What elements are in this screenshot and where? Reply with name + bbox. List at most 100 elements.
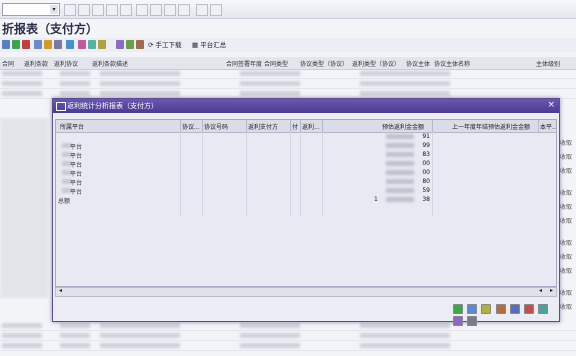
print-icon[interactable]	[467, 316, 478, 326]
estimated-amount-cell: 91	[422, 133, 430, 140]
prev-page-icon[interactable]	[150, 4, 162, 16]
table-row[interactable]: 平台 59	[56, 187, 556, 196]
sum-icon[interactable]	[524, 304, 535, 314]
back-icon[interactable]	[78, 4, 90, 16]
col-agreement-no[interactable]: 协议号码	[204, 122, 228, 131]
total-prefix: 1	[374, 196, 378, 203]
estimated-amount-cell: 80	[422, 178, 430, 185]
dialog-titlebar[interactable]: 返利统计分析报表（支付方） ×	[53, 99, 559, 113]
table-row[interactable]: 91	[56, 133, 556, 141]
table-row[interactable]: 平台 00	[56, 169, 556, 178]
first-page-icon[interactable]	[136, 4, 148, 16]
bg-status-text: 收取	[560, 268, 573, 275]
scroll-left-end-icon[interactable]: ◂	[539, 287, 542, 294]
col-platform[interactable]: 所属平台	[60, 122, 84, 131]
page-title: 折报表（支付方）	[2, 22, 99, 36]
total-row[interactable]: 总额 1 38	[56, 196, 556, 205]
manual-download-button[interactable]: ⟳ 手工下载	[148, 38, 182, 52]
bg-col-entity-name[interactable]: 协议主体名称	[434, 59, 470, 68]
find-next-icon[interactable]	[120, 4, 132, 16]
sort-desc-icon[interactable]	[495, 304, 506, 314]
horizontal-scrollbar[interactable]: ◂ ◂ ▸	[55, 287, 557, 297]
abc-icon[interactable]	[98, 40, 106, 49]
platform-summary-label: 平台汇总	[200, 41, 227, 49]
bg-col-sign-year[interactable]: 合同签署年度	[226, 59, 262, 68]
bg-col-contract[interactable]: 合同	[2, 59, 14, 68]
manual-download-label: 手工下载	[155, 41, 182, 49]
col-this-platform[interactable]: 本平...	[540, 122, 556, 131]
bg-status-text: 收取	[560, 140, 573, 147]
col-last-year-amount[interactable]: 上一年度年结预估返利金金额	[452, 122, 530, 131]
export-icon[interactable]	[44, 40, 52, 49]
estimated-amount-cell: 99	[422, 142, 430, 149]
bg-col-rebate-type[interactable]: 返利类型（协议）	[352, 59, 400, 68]
table-row[interactable]: 平台 99	[56, 142, 556, 151]
table-row[interactable]: 平台 80	[56, 178, 556, 187]
confirm-icon[interactable]	[453, 304, 463, 314]
select-all-icon[interactable]	[116, 40, 124, 49]
col-pay[interactable]: 付	[292, 122, 298, 131]
platform-summary-button[interactable]: ▦ 平台汇总	[192, 38, 226, 52]
platform-cell: 平台	[70, 153, 83, 160]
scroll-left-icon[interactable]: ◂	[59, 287, 62, 294]
sum-icon[interactable]	[22, 40, 30, 49]
filter-icon[interactable]	[509, 304, 520, 314]
print-icon[interactable]	[92, 4, 104, 16]
mail-icon[interactable]	[88, 40, 96, 49]
bg-status-text: 收取	[560, 204, 573, 211]
app-toolbar	[0, 38, 576, 52]
bg-col-contract-type[interactable]: 合同类型	[264, 59, 288, 68]
print-list-icon[interactable]	[54, 40, 62, 49]
col-payer[interactable]: 返利支付方	[248, 122, 278, 131]
bg-col-agreement[interactable]: 返利协议	[54, 59, 78, 68]
command-field[interactable]: ▾	[2, 3, 60, 16]
bg-col-entity-level[interactable]: 主体级别	[536, 59, 560, 68]
col-rebate[interactable]: 返利...	[302, 122, 320, 131]
col-agreement[interactable]: 协议...	[182, 122, 200, 131]
background-grid-header: 合同 返利条款 返利协议 返利条款描述 合同签署年度 合同类型 协议类型（协议）…	[0, 57, 576, 70]
scroll-right-icon[interactable]: ▸	[550, 287, 553, 294]
table-row[interactable]	[0, 322, 576, 331]
find-icon[interactable]	[106, 4, 118, 16]
export-icon[interactable]	[538, 304, 549, 314]
find-icon[interactable]	[467, 304, 478, 314]
table-row[interactable]: 平台 00	[56, 160, 556, 169]
table-row[interactable]	[0, 342, 576, 351]
bg-col-agreement-type[interactable]: 协议类型（协议）	[300, 59, 348, 68]
bg-col-terms[interactable]: 返利条款	[24, 59, 48, 68]
graphic-icon[interactable]	[78, 40, 86, 49]
layout-icon[interactable]	[453, 316, 463, 326]
bg-col-terms-desc[interactable]: 返利条款描述	[92, 59, 128, 68]
next-page-icon[interactable]	[164, 4, 176, 16]
platform-cell: 平台	[70, 162, 83, 169]
col-estimated-amount[interactable]: 预估返利金金额	[382, 122, 424, 131]
help-icon[interactable]	[210, 4, 222, 16]
sort-icon[interactable]	[12, 40, 20, 49]
new-session-icon[interactable]	[196, 4, 208, 16]
layout-icon[interactable]	[34, 40, 42, 49]
table-row[interactable]: 平台 83	[56, 151, 556, 160]
estimated-amount-cell: 00	[422, 169, 430, 176]
table-row[interactable]	[0, 332, 576, 341]
refresh-icon[interactable]	[136, 40, 144, 49]
bg-status-text: 收取	[560, 290, 573, 297]
report-icon	[56, 102, 66, 111]
close-icon[interactable]: ×	[547, 100, 555, 110]
table-row[interactable]	[0, 70, 576, 79]
save-icon[interactable]	[64, 4, 76, 16]
filter-icon[interactable]	[2, 40, 10, 49]
details-icon[interactable]	[66, 40, 74, 49]
total-amount-cell: 38	[422, 196, 430, 203]
sort-asc-icon[interactable]	[481, 304, 492, 314]
platform-cell: 平台	[70, 189, 83, 196]
bg-status-text: 收取	[560, 254, 573, 261]
bg-col-entity[interactable]: 协议主体	[406, 59, 430, 68]
chevron-down-icon[interactable]: ▾	[50, 5, 58, 14]
last-page-icon[interactable]	[178, 4, 190, 16]
rebate-statistics-dialog: 返利统计分析报表（支付方） × 所属平台 协议... 协议号码 返利支付方 付 …	[52, 98, 560, 326]
platform-cell: 平台	[70, 171, 83, 178]
deselect-icon[interactable]	[126, 40, 134, 49]
total-label: 总额	[58, 198, 71, 205]
table-row[interactable]	[0, 80, 576, 89]
bg-status-text: 收取	[560, 154, 573, 161]
